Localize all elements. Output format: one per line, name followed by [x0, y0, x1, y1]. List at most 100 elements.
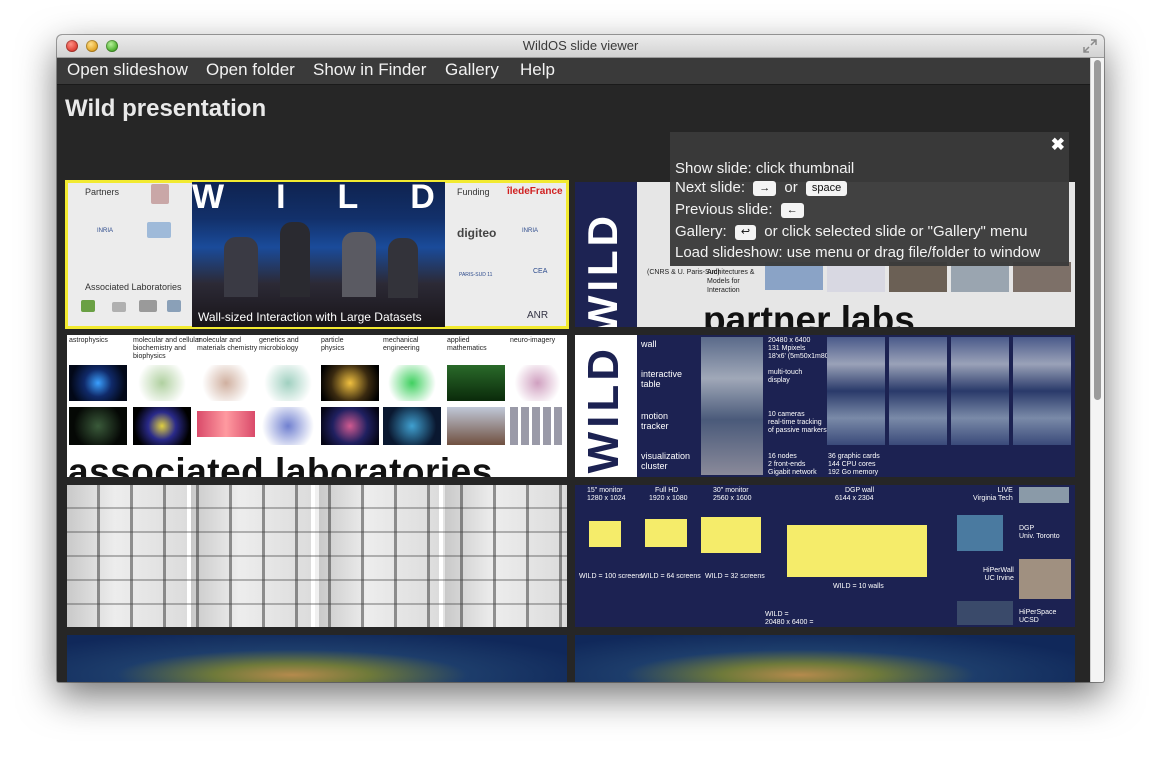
- site-photo: [1019, 559, 1071, 599]
- genetics-image: [259, 407, 317, 445]
- help-gallery-suffix: or click selected slide or "Gallery" men…: [764, 223, 1028, 240]
- cluster-spec: 16 nodes 2 front-ends Gigabit network: [768, 453, 817, 476]
- tracker-spec: 10 cameras real-time tracking of passive…: [768, 411, 827, 434]
- help-previous-label: Previous slide:: [675, 201, 773, 218]
- close-icon[interactable]: ✖: [1051, 135, 1065, 155]
- partner-logo: [151, 184, 169, 204]
- chemistry-image: [197, 411, 255, 437]
- vertical-scrollbar[interactable]: [1090, 58, 1104, 682]
- genetics-image: [259, 365, 317, 401]
- site-label: DGP Univ. Toronto: [1019, 525, 1060, 540]
- cluster-spec-2: 36 graphic cards 144 CPU cores 192 Go me…: [828, 453, 880, 476]
- hardware-photos: [701, 337, 763, 475]
- astrophysics-image: [69, 365, 127, 401]
- wild-vertical-text: WILD: [579, 212, 626, 327]
- cea-logo-text: CEA: [533, 268, 548, 275]
- monitor-count: WILD = 32 screens: [705, 573, 765, 580]
- frame-structure: [67, 485, 567, 627]
- lab-logo: [112, 302, 126, 312]
- category-label: molecular and cellular biochemistry and …: [133, 337, 202, 360]
- person-silhouette: [388, 238, 418, 298]
- person-silhouette: [280, 222, 310, 297]
- menu-show-in-finder[interactable]: Show in Finder: [313, 60, 426, 80]
- lab-logo: [81, 300, 95, 312]
- wild-vertical-text: WILD: [579, 345, 628, 474]
- digiteo-logo-text: digiteo: [457, 226, 497, 240]
- wild-total: WILD = 20480 x 6400 =: [765, 611, 814, 626]
- inria-logo-text: INRIA: [97, 228, 114, 234]
- slide-thumbnail-5[interactable]: [67, 485, 567, 627]
- lab-photo: [951, 262, 1009, 292]
- math-image: [447, 365, 505, 401]
- fullscreen-icon[interactable]: [1082, 38, 1098, 54]
- help-or-label: or: [784, 179, 798, 196]
- right-arrow-key: →: [753, 181, 777, 196]
- funding-label: Funding: [457, 187, 490, 197]
- monitor-res: 1920 x 1080: [649, 495, 688, 502]
- wall-spec: 20480 x 6400 131 Mpixels 18'x6' (5m50x1m…: [768, 337, 831, 360]
- associated-laboratories-heading: associated laboratories: [68, 451, 493, 477]
- monitor-name: 15" monitor: [587, 487, 623, 494]
- scrollbar-thumb[interactable]: [1094, 60, 1101, 400]
- slide-caption: Wall-sized Interaction with Large Datase…: [198, 310, 422, 324]
- slide-thumbnail-1[interactable]: Partners INRIA Associated Laboratories W…: [65, 180, 569, 329]
- motion-tracker-label: motion tracker: [641, 411, 669, 431]
- monitor-count: WILD = 64 screens: [641, 573, 701, 580]
- monitor-size-box: [787, 525, 927, 577]
- help-next-slide: Next slide: → or space: [675, 179, 851, 196]
- table-spec: multi-touch display: [768, 369, 803, 384]
- particle-image: [321, 407, 379, 445]
- site-label: HiPerSpace UCSD: [1019, 609, 1057, 624]
- slide-thumbnail-3[interactable]: astrophysics molecular and cellular bioc…: [67, 335, 567, 477]
- monitor-size-box: [589, 521, 621, 547]
- space-key: space: [805, 181, 848, 196]
- engineering-image: [383, 365, 441, 401]
- category-label: molecular and materials chemistry: [197, 337, 258, 352]
- category-label: particle physics: [321, 337, 345, 352]
- app-window: WildOS slide viewer Open slideshow Open …: [57, 35, 1104, 682]
- help-load-slideshow: Load slideshow: use menu or drag file/fo…: [675, 244, 1041, 261]
- astrophysics-image: [69, 407, 127, 445]
- slide-thumbnail-8[interactable]: [575, 635, 1075, 682]
- monitor-name: 30" monitor: [713, 487, 749, 494]
- lab-photo: [889, 262, 947, 292]
- site-photo: [957, 515, 1003, 551]
- slide-thumbnail-4[interactable]: WILD wall interactive table motion track…: [575, 335, 1075, 477]
- menu-gallery[interactable]: Gallery: [445, 60, 499, 80]
- molecule-image: [133, 365, 191, 401]
- slide-thumbnail-7[interactable]: [67, 635, 567, 682]
- interactive-table-label: interactive table: [641, 369, 683, 389]
- neuro-image: [510, 407, 565, 445]
- monitor-res: 6144 x 2304: [835, 495, 874, 502]
- window-title: WildOS slide viewer: [522, 38, 639, 53]
- associated-labs-label: Associated Laboratories: [85, 282, 182, 292]
- menu-open-slideshow[interactable]: Open slideshow: [67, 60, 188, 80]
- monitor-name: Full HD: [655, 487, 679, 494]
- lab-logo: [139, 300, 157, 312]
- help-overlay: ✖ Show slide: click thumbnail Next slide…: [670, 132, 1069, 266]
- monitor-count: WILD = 10 walls: [833, 583, 884, 590]
- lab-photo: [1013, 262, 1071, 292]
- monitor-name: DGP wall: [845, 487, 875, 494]
- slide-thumbnail-6[interactable]: 15" monitor 1280 x 1024 WILD = 100 scree…: [575, 485, 1075, 627]
- menu-bar: Open slideshow Open folder Show in Finde…: [57, 58, 1091, 85]
- inria-logo-text-2: INRIA: [522, 228, 539, 234]
- monitor-res: 2560 x 1600: [713, 495, 752, 502]
- category-label: mechanical engineering: [383, 337, 420, 352]
- help-gallery: Gallery: ↩ or click selected slide or "G…: [675, 223, 1028, 240]
- person-silhouette: [342, 232, 376, 297]
- site-label: LIVE Virginia Tech: [973, 487, 1013, 502]
- monitor-res: 1280 x 1024: [587, 495, 626, 502]
- menu-open-folder[interactable]: Open folder: [206, 60, 295, 80]
- title-bar: WildOS slide viewer: [57, 35, 1104, 58]
- menu-help[interactable]: Help: [520, 60, 555, 80]
- monitor-size-box: [645, 519, 687, 547]
- help-show-slide: Show slide: click thumbnail: [675, 160, 855, 177]
- chemistry-image: [197, 365, 255, 401]
- site-photo: [957, 601, 1013, 625]
- neuro-image: [510, 365, 565, 401]
- architectures-label: Architectures & Models for Interaction: [707, 269, 755, 294]
- wild-team-photo: WILD Wall-sized Interaction with Large D…: [192, 182, 445, 327]
- presentation-title: Wild presentation: [65, 95, 267, 122]
- math-image: [447, 407, 505, 445]
